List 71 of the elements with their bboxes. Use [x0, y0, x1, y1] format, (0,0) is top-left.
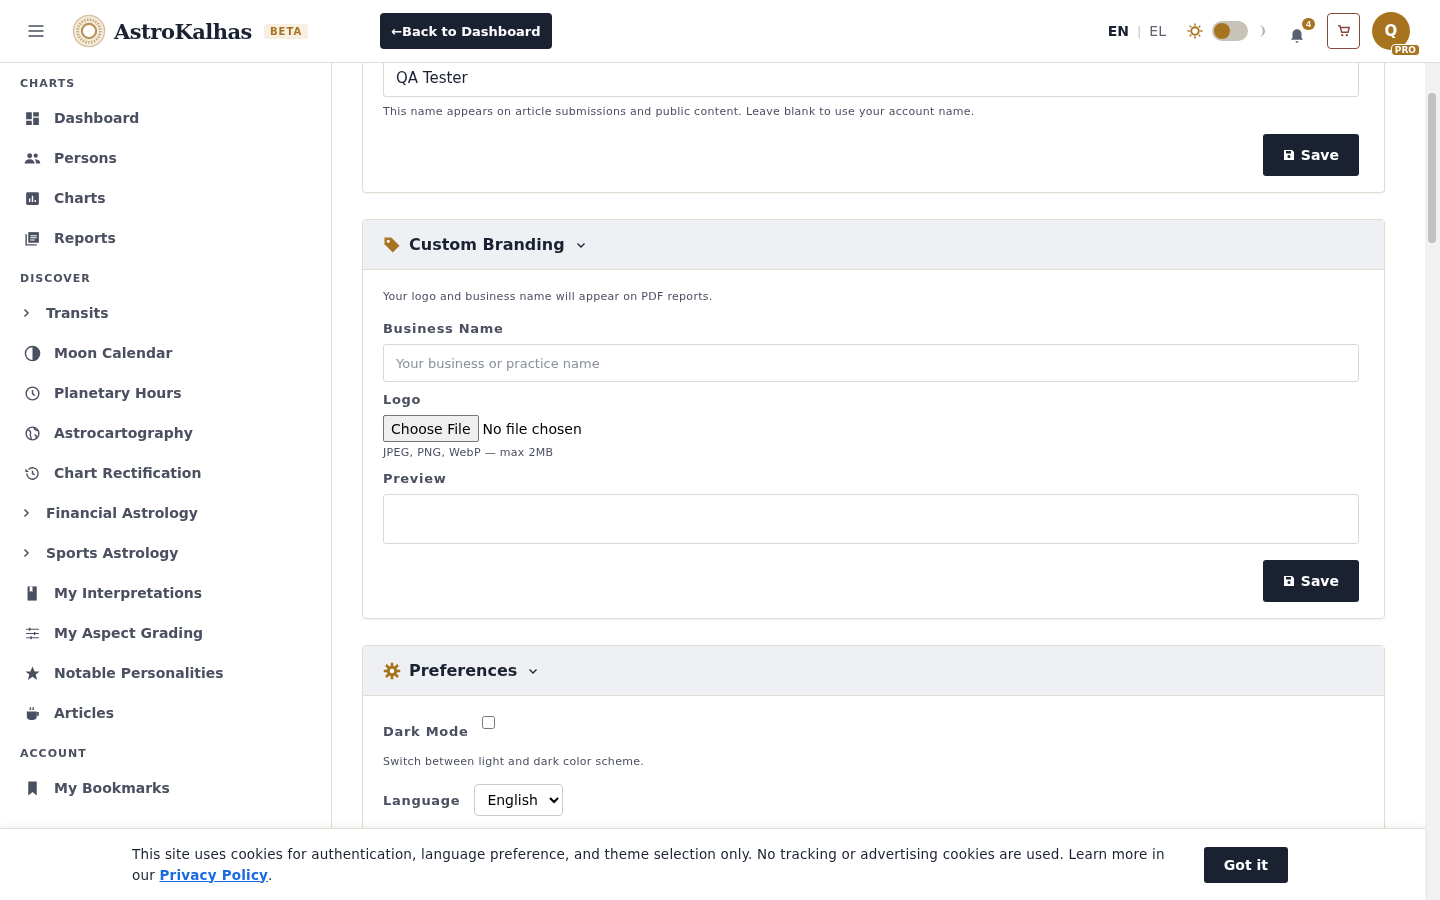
- field-label: Business Name: [383, 321, 505, 336]
- bar-chart-icon: [24, 189, 41, 207]
- logo-icon: [72, 14, 106, 48]
- document-stack-icon: [24, 229, 41, 247]
- notifications-button[interactable]: 4: [1288, 17, 1315, 45]
- section-heading: DISCOVER: [19, 271, 92, 287]
- sidebar-item[interactable]: Astrocartography: [0, 413, 331, 453]
- back-to-dashboard-button[interactable]: ←Back to Dashboard: [380, 13, 552, 49]
- tag-icon: [383, 235, 401, 254]
- help-text: Your logo and business name will appear on PDF reports.: [383, 290, 714, 303]
- sidebar-item[interactable]: My Aspect Grading: [0, 613, 331, 653]
- bell-icon: [1288, 26, 1306, 45]
- field-label: Dark Mode: [383, 724, 469, 739]
- section-heading: CHARTS: [19, 76, 77, 92]
- language-select[interactable]: English: [474, 784, 564, 816]
- field-label: Language: [383, 792, 461, 808]
- help-text: This name appears on article submissions and public content. Leave blank to use your account name.: [383, 105, 976, 118]
- beta-badge: BETA: [263, 23, 309, 39]
- sidebar-item[interactable]: Persons: [0, 138, 331, 178]
- cart-button[interactable]: [1327, 13, 1360, 49]
- sidebar-item[interactable]: Notable Personalities: [0, 653, 331, 693]
- sidebar-item[interactable]: Reports: [0, 218, 331, 258]
- dark-mode-checkbox[interactable]: [482, 716, 496, 729]
- pro-badge: PRO: [1390, 44, 1420, 56]
- card-header[interactable]: Preferences: [363, 646, 1384, 696]
- business-name-field[interactable]: Your business or practice name: [383, 344, 1359, 382]
- sidebar-item[interactable]: My Interpretations: [0, 573, 331, 613]
- language-option[interactable]: EN: [1107, 23, 1129, 39]
- name-field[interactable]: QA Tester: [383, 63, 1359, 97]
- globe-icon: [24, 424, 41, 442]
- sidebar-item[interactable]: Sports Astrology: [0, 533, 331, 573]
- theme-toggle[interactable]: [1212, 21, 1248, 41]
- privacy-policy-link[interactable]: Privacy Policy: [159, 866, 269, 883]
- help-text: JPEG, PNG, WebP — max 2MB: [383, 446, 555, 459]
- scrollbar[interactable]: [1425, 63, 1440, 900]
- section-heading: ACCOUNT: [19, 746, 88, 762]
- card-title: Preferences: [409, 661, 518, 680]
- cart-icon: [1336, 24, 1351, 38]
- choose-file-button[interactable]: Choose File: [383, 415, 479, 442]
- scrollbar-thumb[interactable]: [1428, 93, 1436, 243]
- save-button[interactable]: Save: [1262, 560, 1359, 602]
- sidebar-item[interactable]: Chart Rectification: [0, 453, 331, 493]
- sidebar-item[interactable]: Articles: [0, 693, 331, 733]
- language-separator: |: [1136, 23, 1142, 39]
- half-moon-icon: [24, 344, 41, 362]
- sidebar-item[interactable]: My Bookmarks: [0, 768, 331, 808]
- card-title: Custom Branding: [409, 235, 565, 254]
- notification-count: 4: [1302, 17, 1315, 30]
- language-option[interactable]: EL: [1149, 23, 1166, 39]
- star-icon: [24, 664, 41, 682]
- sidebar-item[interactable]: Moon Calendar: [0, 333, 331, 373]
- sidebar-item[interactable]: Charts: [0, 178, 331, 218]
- field-label: Preview: [383, 471, 448, 486]
- cookie-notice-text: This site uses cookies for authentication, language preference, and theme selection only. No tracking or advertising cookies are used. Learn more in our Privacy Policy.: [132, 844, 1166, 885]
- sidebar-item[interactable]: Planetary Hours: [0, 373, 331, 413]
- card-header[interactable]: Custom Branding: [363, 220, 1384, 270]
- brand-name: AstroKalhas: [114, 18, 252, 44]
- field-label: Logo: [383, 392, 423, 407]
- clock-icon: [24, 384, 41, 402]
- sidebar-item[interactable]: Dashboard: [0, 98, 331, 138]
- file-status: No file chosen: [482, 420, 582, 437]
- gear-icon: [383, 661, 401, 680]
- history-icon: [24, 464, 41, 482]
- sidebar-item[interactable]: Transits: [0, 293, 331, 333]
- tea-cup-icon: [24, 704, 41, 722]
- save-button[interactable]: Save: [1262, 134, 1359, 176]
- got-it-button[interactable]: Got it: [1203, 846, 1288, 883]
- help-text: Switch between light and dark color scheme.: [383, 755, 646, 768]
- dashboard-icon: [24, 109, 41, 127]
- sidebar-item[interactable]: Financial Astrology: [0, 493, 331, 533]
- sun-icon: [1186, 22, 1204, 40]
